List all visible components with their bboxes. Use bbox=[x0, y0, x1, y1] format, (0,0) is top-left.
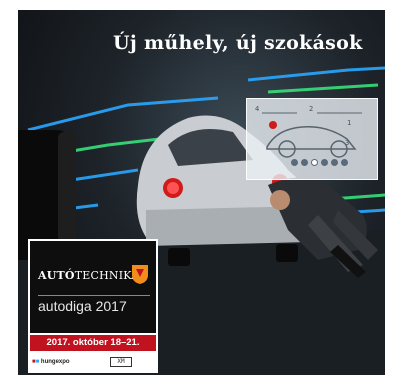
subbrand: autodiga 2017 bbox=[38, 298, 127, 314]
partner-logos: ■■ hungexpo XM bbox=[32, 357, 156, 371]
brand-name: AUTÓTECHNIKA bbox=[38, 269, 139, 282]
hud-dot[interactable] bbox=[301, 159, 308, 166]
hud-label-2: 2 bbox=[309, 105, 314, 113]
hud-diagram: 4 2 1 3 bbox=[246, 98, 378, 180]
hud-label-4: 3 bbox=[345, 139, 350, 147]
brand-bold: AUTÓ bbox=[38, 269, 75, 282]
hud-label-1: 4 bbox=[255, 105, 260, 113]
event-poster: Új műhely, új szokások 4 2 1 3 AUTÓTECHN… bbox=[18, 10, 385, 375]
shield-logo-icon bbox=[132, 265, 148, 284]
headline: Új műhely, új szokások bbox=[113, 32, 363, 54]
logo-dark-panel: AUTÓTECHNIKA autodiga 2017 bbox=[30, 241, 156, 333]
hud-pagination[interactable] bbox=[291, 159, 348, 166]
partner-xm-logo: XM bbox=[110, 357, 132, 367]
event-dates: 2017. október 18–21. bbox=[30, 335, 156, 351]
hud-dot[interactable] bbox=[291, 159, 298, 166]
hud-dot[interactable] bbox=[321, 159, 328, 166]
hud-label-3: 1 bbox=[347, 119, 352, 127]
partner-hungexpo: ■■ hungexpo bbox=[32, 359, 70, 365]
hud-dot-active[interactable] bbox=[311, 159, 318, 166]
hud-dot[interactable] bbox=[331, 159, 338, 166]
event-logo-card[interactable]: AUTÓTECHNIKA autodiga 2017 2017. október… bbox=[28, 239, 158, 373]
hud-dot[interactable] bbox=[341, 159, 348, 166]
divider bbox=[38, 295, 150, 296]
